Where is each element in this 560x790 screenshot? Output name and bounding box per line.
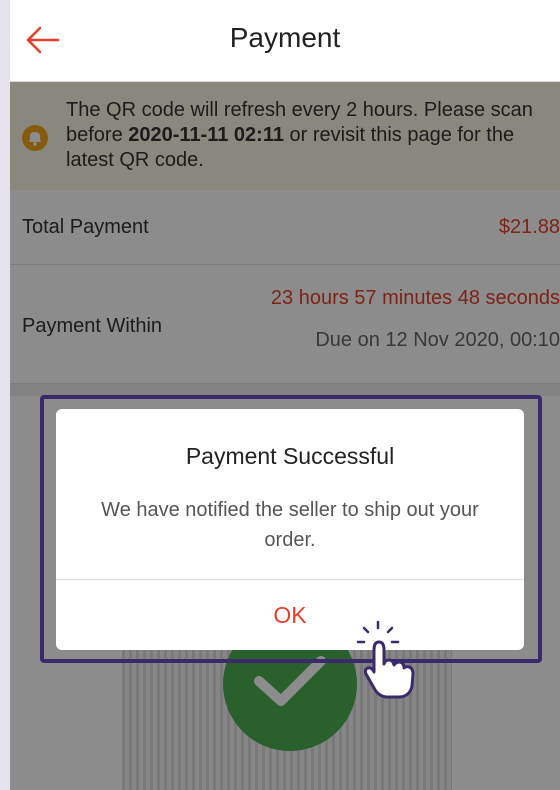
payment-screen: Payment The QR code will refresh every 2… — [10, 0, 560, 790]
page-title: Payment — [229, 22, 341, 53]
app-header: Payment — [10, 0, 560, 82]
pointer-hand-icon — [356, 620, 415, 699]
dialog-title: Payment Successful — [185, 443, 395, 469]
payment-success-dialog: Payment Successful We have notified the … — [56, 409, 524, 650]
dialog-message: We have notified the seller to ship out … — [101, 499, 479, 551]
ok-button[interactable]: OK — [56, 579, 524, 650]
